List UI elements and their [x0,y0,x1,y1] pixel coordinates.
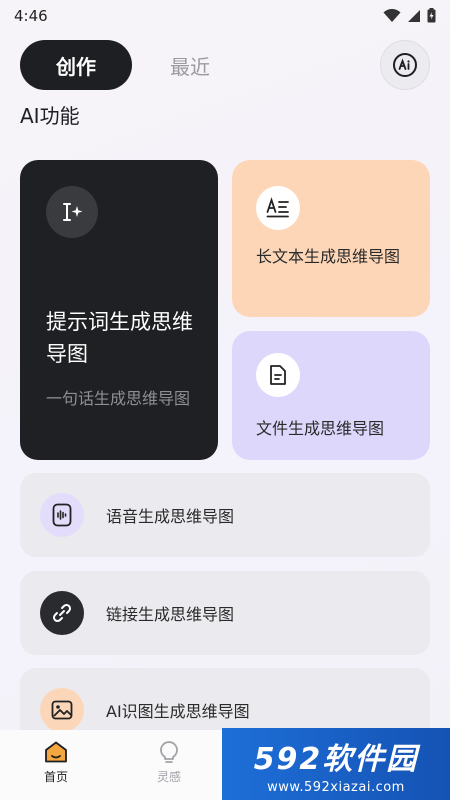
ai-assistant-button[interactable] [380,40,430,90]
file-mindmap-card[interactable]: 文件生成思维导图 [232,331,430,460]
longtext-mindmap-card[interactable]: 长文本生成思维导图 [232,160,430,317]
nav-home-label: 首页 [43,770,68,784]
file-card-label: 文件生成思维导图 [256,419,385,438]
status-icons [383,8,436,23]
ai-icon [393,53,417,77]
image-item-label: AI识图生成思维导图 [106,702,250,721]
longtext-card-label: 长文本生成思维导图 [256,247,401,266]
voice-icon [52,503,72,527]
voice-icon-circle [40,493,84,537]
prompt-card-subtitle: 一句话生成思维导图 [46,389,191,408]
text-sparkle-icon [63,203,83,221]
link-icon [52,603,72,623]
tab-recent[interactable]: 最近 [160,40,220,90]
voice-mindmap-item[interactable]: 语音生成思维导图 [20,473,430,557]
long-text-icon [266,197,289,218]
longtext-icon-circle [256,186,300,230]
battery-icon [427,8,436,23]
link-mindmap-item[interactable]: 链接生成思维导图 [20,571,430,655]
status-bar: 4:46 [0,0,450,32]
file-icon [270,365,286,385]
status-time: 4:46 [14,7,48,25]
nav-inspiration[interactable]: 灵感 [139,740,199,785]
nav-home[interactable]: 首页 [26,740,86,785]
nav-inspiration-label: 灵感 [156,770,181,784]
link-icon-circle [40,591,84,635]
image-icon [51,700,73,720]
wifi-icon [383,8,401,22]
tab-create[interactable]: 创作 [20,40,132,90]
prompt-icon-circle [46,186,98,238]
signal-icon [408,9,420,22]
section-title: AI功能 [20,104,80,128]
file-icon-circle [256,353,300,397]
prompt-mindmap-card[interactable]: 提示词生成思维导图 一句话生成思维导图 [20,160,218,460]
image-icon-circle [40,688,84,732]
site-watermark: 592软件园 www.592xiazai.com [222,728,450,800]
watermark-url: www.592xiazai.com [267,779,405,795]
home-icon [45,741,67,763]
link-item-label: 链接生成思维导图 [106,605,235,624]
watermark-brand: 592软件园 [253,741,419,777]
lightbulb-icon [160,741,178,763]
voice-item-label: 语音生成思维导图 [106,507,235,526]
prompt-card-title: 提示词生成思维导图 [46,310,193,366]
